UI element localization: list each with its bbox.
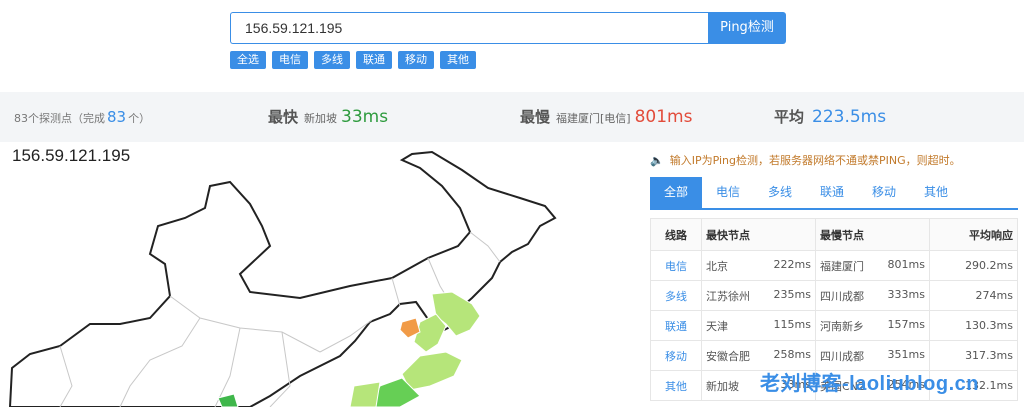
probe-count-suffix: 个）: [128, 112, 151, 125]
speaker-icon: 🔈: [650, 154, 664, 167]
slowest-label: 最慢: [520, 108, 551, 126]
filter-mobile-button[interactable]: 移动: [398, 51, 434, 69]
probe-done-count: 83: [107, 108, 127, 126]
filter-unicom-button[interactable]: 联通: [356, 51, 392, 69]
slow-ms: 351ms: [887, 347, 925, 361]
row-slow: 福建厦门 801ms: [815, 250, 930, 281]
col-line: 线路: [650, 218, 702, 251]
tab-all[interactable]: 全部: [650, 177, 702, 208]
filter-other-button[interactable]: 其他: [440, 51, 476, 69]
row-avg: 317.3ms: [929, 340, 1018, 371]
stats-bar: 83个探测点（完成 83 个） 最快 新加坡 33ms 最慢 福建厦门[电信] 801ms …: [0, 92, 1024, 142]
row-fast: 安徽合肥 258ms: [701, 340, 816, 371]
average-label: 平均: [774, 108, 805, 126]
col-fastest: 最快节点: [701, 218, 816, 251]
slow-node: 福建厦门: [820, 259, 864, 273]
row-fast: 北京 222ms: [701, 250, 816, 281]
fastest-stat: 最快 新加坡 33ms: [268, 92, 388, 142]
row-slow: 四川成都 333ms: [815, 280, 930, 311]
probe-count: 83个探测点（完成 83 个）: [14, 92, 150, 142]
slow-ms: 157ms: [887, 317, 925, 331]
map-svg: [8, 150, 557, 408]
fast-ms: 235ms: [773, 287, 811, 301]
row-avg: 274ms: [929, 280, 1018, 311]
map-ip-title: 156.59.121.195: [12, 146, 131, 165]
row-line[interactable]: 电信: [650, 250, 702, 281]
ping-button[interactable]: Ping检测: [708, 12, 786, 44]
average-stat: 平均 223.5ms: [774, 92, 886, 142]
row-line[interactable]: 多线: [650, 280, 702, 311]
row-line[interactable]: 其他: [650, 370, 702, 401]
slow-ms: 333ms: [887, 287, 925, 301]
slow-node: 四川成都: [820, 349, 864, 363]
slow-ms: 801ms: [887, 257, 925, 271]
fast-ms: 258ms: [773, 347, 811, 361]
fast-node: 新加坡: [706, 379, 739, 393]
slowest-node: 福建厦门[电信]: [556, 112, 631, 125]
fast-node: 北京: [706, 259, 728, 273]
tab-other[interactable]: 其他: [910, 177, 962, 208]
table-row: 多线 江苏徐州 235ms 四川成都 333ms 274ms: [650, 280, 1018, 311]
row-slow: 四川成都 351ms: [815, 340, 930, 371]
ip-input[interactable]: 156.59.121.195: [230, 12, 708, 44]
row-avg: 290.2ms: [929, 250, 1018, 281]
notice-text: 🔈 输入IP为Ping检测，若服务器网络不通或禁PING，则超时。: [650, 152, 961, 168]
fastest-value: 33ms: [341, 107, 389, 127]
watermark: 老刘博客-laoliublog.cn: [760, 373, 979, 395]
row-line[interactable]: 移动: [650, 340, 702, 371]
col-slowest: 最慢节点: [815, 218, 930, 251]
row-line[interactable]: 联通: [650, 310, 702, 341]
slow-node: 河南新乡: [820, 319, 864, 333]
filter-multiline-button[interactable]: 多线: [314, 51, 350, 69]
fast-node: 天津: [706, 319, 728, 333]
filter-telecom-button[interactable]: 电信: [272, 51, 308, 69]
row-fast: 天津 115ms: [701, 310, 816, 341]
table-header-row: 线路 最快节点 最慢节点 平均响应: [650, 218, 1018, 251]
tab-telecom[interactable]: 电信: [702, 177, 754, 208]
tab-unicom[interactable]: 联通: [806, 177, 858, 208]
slowest-value: 801ms: [634, 107, 693, 127]
fast-node: 安徽合肥: [706, 349, 750, 363]
tab-multiline[interactable]: 多线: [754, 177, 806, 208]
country-border: [8, 150, 557, 408]
average-value: 223.5ms: [812, 107, 887, 127]
slow-node: 四川成都: [820, 289, 864, 303]
line-tabs: 全部 电信 多线 联通 移动 其他: [650, 177, 1018, 210]
tab-mobile[interactable]: 移动: [858, 177, 910, 208]
row-slow: 河南新乡 157ms: [815, 310, 930, 341]
fast-ms: 222ms: [773, 257, 811, 271]
line-filter-group: 全选 电信 多线 联通 移动 其他: [230, 51, 476, 69]
table-row: 移动 安徽合肥 258ms 四川成都 351ms 317.3ms: [650, 340, 1018, 371]
table-row: 电信 北京 222ms 福建厦门 801ms 290.2ms: [650, 250, 1018, 281]
slowest-stat: 最慢 福建厦门[电信] 801ms: [520, 92, 692, 142]
province-shandong: [401, 351, 463, 391]
search-bar: 156.59.121.195 Ping检测 全选 电信 多线 联通 移动 其他: [0, 0, 1024, 92]
col-average: 平均响应: [929, 218, 1018, 251]
row-fast: 江苏徐州 235ms: [701, 280, 816, 311]
province-henan: [349, 381, 381, 408]
notice-message: 输入IP为Ping检测，若服务器网络不通或禁PING，则超时。: [669, 154, 961, 167]
china-ping-map: [0, 146, 640, 408]
filter-all-button[interactable]: 全选: [230, 51, 266, 69]
fast-node: 江苏徐州: [706, 289, 750, 303]
row-avg: 130.3ms: [929, 310, 1018, 341]
fast-ms: 115ms: [773, 317, 811, 331]
fastest-label: 最快: [268, 108, 299, 126]
probe-count-prefix: 83个探测点（完成: [14, 112, 105, 125]
table-row: 联通 天津 115ms 河南新乡 157ms 130.3ms: [650, 310, 1018, 341]
fastest-node: 新加坡: [304, 112, 338, 125]
